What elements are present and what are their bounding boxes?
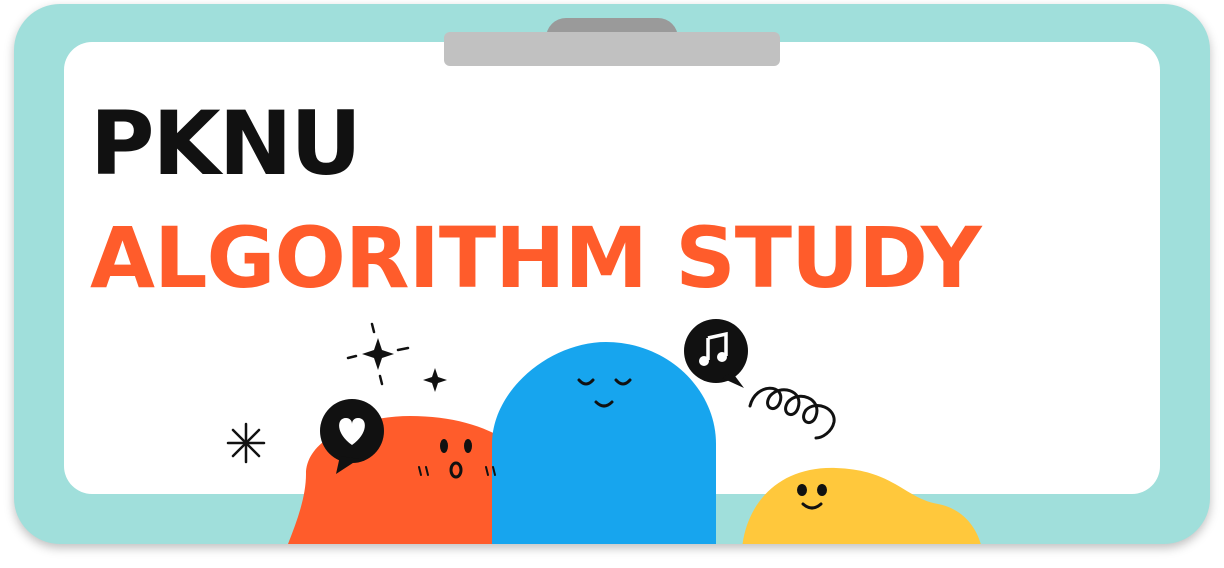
blue-blob [492, 342, 716, 544]
sparkle-icon [346, 322, 410, 386]
title-pknu: PKNU [90, 92, 362, 195]
asterisk-icon [226, 422, 266, 464]
yellow-blob [742, 467, 981, 544]
banner: PKNU ALGORITHM STUDY [0, 0, 1224, 568]
music-note-bubble-icon [684, 319, 748, 388]
title-algorithm-study: ALGORITHM STUDY [90, 209, 982, 307]
small-sparkle-icon [423, 368, 447, 392]
squiggle-icon [748, 386, 836, 440]
